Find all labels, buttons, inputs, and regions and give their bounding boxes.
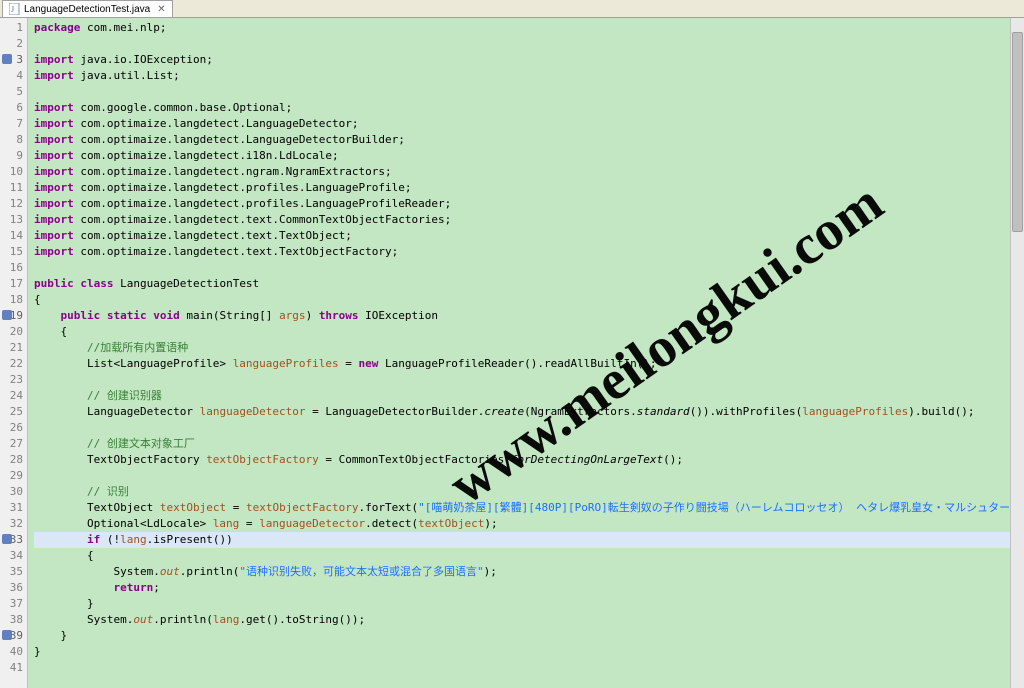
line-number: 31 (2, 500, 23, 516)
code-line: import com.optimaize.langdetect.Language… (34, 132, 1018, 148)
scrollbar-thumb[interactable] (1012, 32, 1023, 232)
code-line: List<LanguageProfile> languageProfiles =… (34, 356, 1018, 372)
line-number: 27 (2, 436, 23, 452)
line-number: 12 (2, 196, 23, 212)
code-line (34, 420, 1018, 436)
code-line: if (!lang.isPresent()) (34, 532, 1018, 548)
line-number: 35 (2, 564, 23, 580)
line-number: 37 (2, 596, 23, 612)
line-number: 41 (2, 660, 23, 676)
line-number: 14 (2, 228, 23, 244)
line-number: 33 (2, 532, 23, 548)
line-number: 2 (2, 36, 23, 52)
code-line: public static void main(String[] args) t… (34, 308, 1018, 324)
svg-text:J: J (11, 5, 14, 14)
line-number: 10 (2, 164, 23, 180)
line-number: 36 (2, 580, 23, 596)
code-line: } (34, 596, 1018, 612)
line-number: 40 (2, 644, 23, 660)
code-line: LanguageDetector languageDetector = Lang… (34, 404, 1018, 420)
code-line (34, 468, 1018, 484)
code-line: import com.optimaize.langdetect.text.Com… (34, 212, 1018, 228)
line-number: 3 (2, 52, 23, 68)
line-number: 26 (2, 420, 23, 436)
line-number: 8 (2, 132, 23, 148)
tab-bar: J LanguageDetectionTest.java ✕ (0, 0, 1024, 18)
line-number: 22 (2, 356, 23, 372)
line-number: 5 (2, 84, 23, 100)
code-line: } (34, 628, 1018, 644)
line-number: 1 (2, 20, 23, 36)
code-line: System.out.println("语种识别失败，可能文本太短或混合了多国语… (34, 564, 1018, 580)
line-number: 21 (2, 340, 23, 356)
code-line: import com.optimaize.langdetect.text.Tex… (34, 244, 1018, 260)
code-line: public class LanguageDetectionTest (34, 276, 1018, 292)
code-line (34, 36, 1018, 52)
line-number: 6 (2, 100, 23, 116)
code-line: import com.optimaize.langdetect.Language… (34, 116, 1018, 132)
code-line: //加载所有内置语种 (34, 340, 1018, 356)
code-line: TextObjectFactory textObjectFactory = Co… (34, 452, 1018, 468)
close-icon[interactable]: ✕ (157, 4, 165, 15)
line-number: 19 (2, 308, 23, 324)
code-line: Optional<LdLocale> lang = languageDetect… (34, 516, 1018, 532)
line-number: 16 (2, 260, 23, 276)
code-line: import java.util.List; (34, 68, 1018, 84)
code-line: TextObject textObject = textObjectFactor… (34, 500, 1018, 516)
tab-title: LanguageDetectionTest.java (24, 4, 150, 15)
code-line (34, 260, 1018, 276)
code-line: // 创建识别器 (34, 388, 1018, 404)
code-line: // 识别 (34, 484, 1018, 500)
code-line: import com.optimaize.langdetect.i18n.LdL… (34, 148, 1018, 164)
line-number: 4 (2, 68, 23, 84)
code-line: return; (34, 580, 1018, 596)
line-number: 11 (2, 180, 23, 196)
line-number: 24 (2, 388, 23, 404)
code-line: { (34, 324, 1018, 340)
line-number: 28 (2, 452, 23, 468)
line-number: 32 (2, 516, 23, 532)
code-line (34, 660, 1018, 676)
line-number-gutter: 1234567891011121314151617181920212223242… (0, 18, 28, 688)
code-line (34, 84, 1018, 100)
line-number: 9 (2, 148, 23, 164)
code-line: import com.optimaize.langdetect.profiles… (34, 180, 1018, 196)
line-number: 23 (2, 372, 23, 388)
code-line: System.out.println(lang.get().toString()… (34, 612, 1018, 628)
vertical-scrollbar[interactable] (1010, 18, 1024, 688)
line-number: 30 (2, 484, 23, 500)
line-number: 39 (2, 628, 23, 644)
line-number: 38 (2, 612, 23, 628)
line-number: 34 (2, 548, 23, 564)
code-line: import com.google.common.base.Optional; (34, 100, 1018, 116)
editor-tab[interactable]: J LanguageDetectionTest.java ✕ (2, 0, 173, 17)
code-line: import com.optimaize.langdetect.ngram.Ng… (34, 164, 1018, 180)
line-number: 7 (2, 116, 23, 132)
line-number: 29 (2, 468, 23, 484)
code-editor[interactable]: 1234567891011121314151617181920212223242… (0, 18, 1024, 688)
line-number: 18 (2, 292, 23, 308)
code-line: package com.mei.nlp; (34, 20, 1018, 36)
code-line: import com.optimaize.langdetect.profiles… (34, 196, 1018, 212)
line-number: 25 (2, 404, 23, 420)
line-number: 15 (2, 244, 23, 260)
line-number: 20 (2, 324, 23, 340)
line-number: 17 (2, 276, 23, 292)
code-area[interactable]: package com.mei.nlp; import java.io.IOEx… (28, 18, 1024, 688)
code-line: import com.optimaize.langdetect.text.Tex… (34, 228, 1018, 244)
code-line: } (34, 644, 1018, 660)
line-number: 13 (2, 212, 23, 228)
code-line: { (34, 548, 1018, 564)
code-line (34, 372, 1018, 388)
code-line: { (34, 292, 1018, 308)
java-file-icon: J (9, 3, 21, 15)
code-line: // 创建文本对象工厂 (34, 436, 1018, 452)
code-line: import java.io.IOException; (34, 52, 1018, 68)
